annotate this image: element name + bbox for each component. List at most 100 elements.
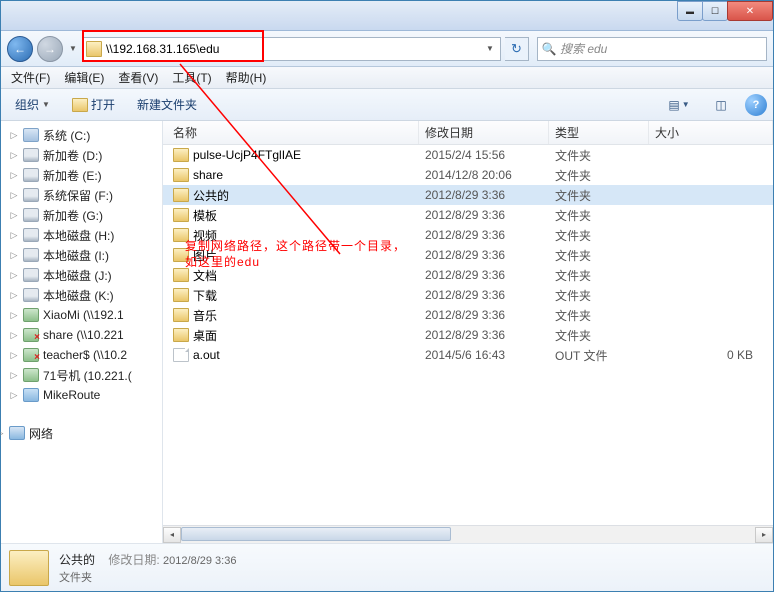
expand-icon[interactable]: ▷ (9, 250, 19, 261)
folder-icon (9, 550, 49, 586)
refresh-button[interactable]: ↻ (505, 37, 529, 61)
tree-label: 新加卷 (D:) (43, 147, 102, 164)
tree-item[interactable]: ▷系统 (C:) (1, 125, 162, 145)
scroll-right-button[interactable]: ▸ (755, 527, 773, 543)
help-button[interactable]: ? (745, 94, 767, 116)
menu-file[interactable]: 文件(F) (5, 67, 56, 88)
expand-icon[interactable]: ▷ (9, 210, 19, 221)
scroll-left-button[interactable]: ◂ (163, 527, 181, 543)
expand-icon[interactable]: ▷ (9, 270, 19, 281)
navigation-tree[interactable]: ▷系统 (C:)▷新加卷 (D:)▷新加卷 (E:)▷系统保留 (F:)▷新加卷… (1, 121, 163, 543)
expand-icon[interactable]: ▷ (9, 150, 19, 161)
menu-tools[interactable]: 工具(T) (166, 67, 217, 88)
nav-forward-button[interactable]: → (37, 36, 63, 62)
tree-label: 新加卷 (G:) (43, 207, 103, 224)
file-name: share (193, 168, 223, 182)
view-options-button[interactable]: ▤ ▼ (661, 94, 697, 116)
expand-icon[interactable]: ▷ (9, 230, 19, 241)
file-list[interactable]: pulse-UcjP4FTglIAE2015/2/4 15:56文件夹share… (163, 145, 773, 525)
file-row[interactable]: pulse-UcjP4FTglIAE2015/2/4 15:56文件夹 (163, 145, 773, 165)
tree-label: 本地磁盘 (H:) (43, 227, 114, 244)
horizontal-scrollbar[interactable]: ◂ ▸ (163, 525, 773, 543)
menu-help[interactable]: 帮助(H) (220, 67, 273, 88)
file-row[interactable]: 公共的2012/8/29 3:36文件夹 (163, 185, 773, 205)
drive-icon (23, 228, 39, 242)
expand-icon[interactable]: ▷ (9, 170, 19, 181)
expand-icon[interactable]: ▷ (9, 190, 19, 201)
col-date[interactable]: 修改日期 (419, 121, 549, 144)
drive-icon (23, 188, 39, 202)
preview-pane-button[interactable]: ◫ (703, 94, 739, 116)
address-dropdown[interactable]: ▼ (482, 44, 498, 53)
tree-item[interactable]: ▷71号机 (10.221.( (1, 365, 162, 385)
tree-item[interactable]: ▷本地磁盘 (J:) (1, 265, 162, 285)
titlebar (1, 1, 773, 31)
expand-icon[interactable]: ▷ (9, 130, 19, 141)
file-row[interactable]: 下载2012/8/29 3:36文件夹 (163, 285, 773, 305)
tree-item-network[interactable]: ▷ 网络 (1, 423, 162, 443)
drive-icon (23, 368, 39, 382)
open-button[interactable]: 打开 (64, 93, 123, 116)
tree-item[interactable]: ▷XiaoMi (\\192.1 (1, 305, 162, 325)
folder-icon (173, 168, 189, 182)
scroll-track[interactable] (181, 527, 755, 543)
address-bar[interactable]: ▼ (83, 37, 501, 61)
search-box[interactable]: 🔍 搜索 edu (537, 37, 767, 61)
tree-item[interactable]: ▷ 新加卷 (D:) (1, 145, 162, 165)
file-row[interactable]: a.out2014/5/6 16:43OUT 文件0 KB (163, 345, 773, 365)
expand-icon[interactable]: ▷ (9, 290, 19, 301)
file-type: 文件夹 (549, 207, 649, 224)
tree-item[interactable]: ▷ 新加卷 (G:) (1, 205, 162, 225)
tree-label: MikeRoute (43, 388, 100, 402)
address-input[interactable] (106, 42, 482, 56)
col-size[interactable]: 大小 (649, 121, 773, 144)
file-type: 文件夹 (549, 187, 649, 204)
tree-label: 网络 (29, 425, 53, 442)
minimize-button[interactable] (677, 1, 703, 21)
nav-toolbar: ← → ▼ ▼ ↻ 🔍 搜索 edu (1, 31, 773, 67)
tree-label: teacher$ (\\10.2 (43, 348, 127, 362)
file-row[interactable]: 文档2012/8/29 3:36文件夹 (163, 265, 773, 285)
tree-item[interactable]: ▷ MikeRoute (1, 385, 162, 405)
file-date: 2012/8/29 3:36 (419, 308, 549, 322)
new-folder-button[interactable]: 新建文件夹 (129, 93, 205, 116)
tree-item[interactable]: ▷新加卷 (E:) (1, 165, 162, 185)
file-date: 2012/8/29 3:36 (419, 248, 549, 262)
file-date: 2015/2/4 15:56 (419, 148, 549, 162)
details-date: 2012/8/29 3:36 (163, 555, 236, 567)
tree-item[interactable]: ▷share (\\10.221 (1, 325, 162, 345)
drive-icon (23, 168, 39, 182)
expand-icon[interactable]: ▷ (1, 428, 5, 439)
nav-history-dropdown[interactable]: ▼ (67, 39, 79, 59)
tree-item[interactable]: ▷ teacher$ (\\10.2 (1, 345, 162, 365)
close-button[interactable] (727, 1, 773, 21)
file-row[interactable]: 模板2012/8/29 3:36文件夹 (163, 205, 773, 225)
nav-back-button[interactable]: ← (7, 36, 33, 62)
tree-item[interactable]: ▷本地磁盘 (K:) (1, 285, 162, 305)
maximize-button[interactable] (702, 1, 728, 21)
col-type[interactable]: 类型 (549, 121, 649, 144)
file-row[interactable]: share2014/12/8 20:06文件夹 (163, 165, 773, 185)
expand-icon[interactable]: ▷ (9, 390, 19, 401)
menu-edit[interactable]: 编辑(E) (58, 67, 110, 88)
col-name[interactable]: 名称 (163, 121, 419, 144)
expand-icon[interactable]: ▷ (9, 350, 19, 361)
expand-icon[interactable]: ▷ (9, 310, 19, 321)
file-row[interactable]: 图片2012/8/29 3:36文件夹 (163, 245, 773, 265)
menu-view[interactable]: 查看(V) (112, 67, 164, 88)
organize-button[interactable]: 组织▼ (7, 93, 58, 116)
scroll-thumb[interactable] (181, 527, 451, 541)
tree-item[interactable]: ▷ 本地磁盘 (H:) (1, 225, 162, 245)
expand-icon[interactable]: ▷ (9, 330, 19, 341)
tree-item[interactable]: ▷系统保留 (F:) (1, 185, 162, 205)
file-date: 2012/8/29 3:36 (419, 288, 549, 302)
file-row[interactable]: 桌面2012/8/29 3:36文件夹 (163, 325, 773, 345)
file-type: OUT 文件 (549, 347, 649, 364)
tree-item[interactable]: ▷本地磁盘 (I:) (1, 245, 162, 265)
details-pane: 公共的 修改日期: 2012/8/29 3:36 文件夹 (1, 543, 773, 591)
file-name: 公共的 (193, 187, 229, 204)
file-row[interactable]: 视频2012/8/29 3:36文件夹 (163, 225, 773, 245)
expand-icon[interactable]: ▷ (9, 370, 19, 381)
network-icon (9, 426, 25, 440)
file-row[interactable]: 音乐2012/8/29 3:36文件夹 (163, 305, 773, 325)
